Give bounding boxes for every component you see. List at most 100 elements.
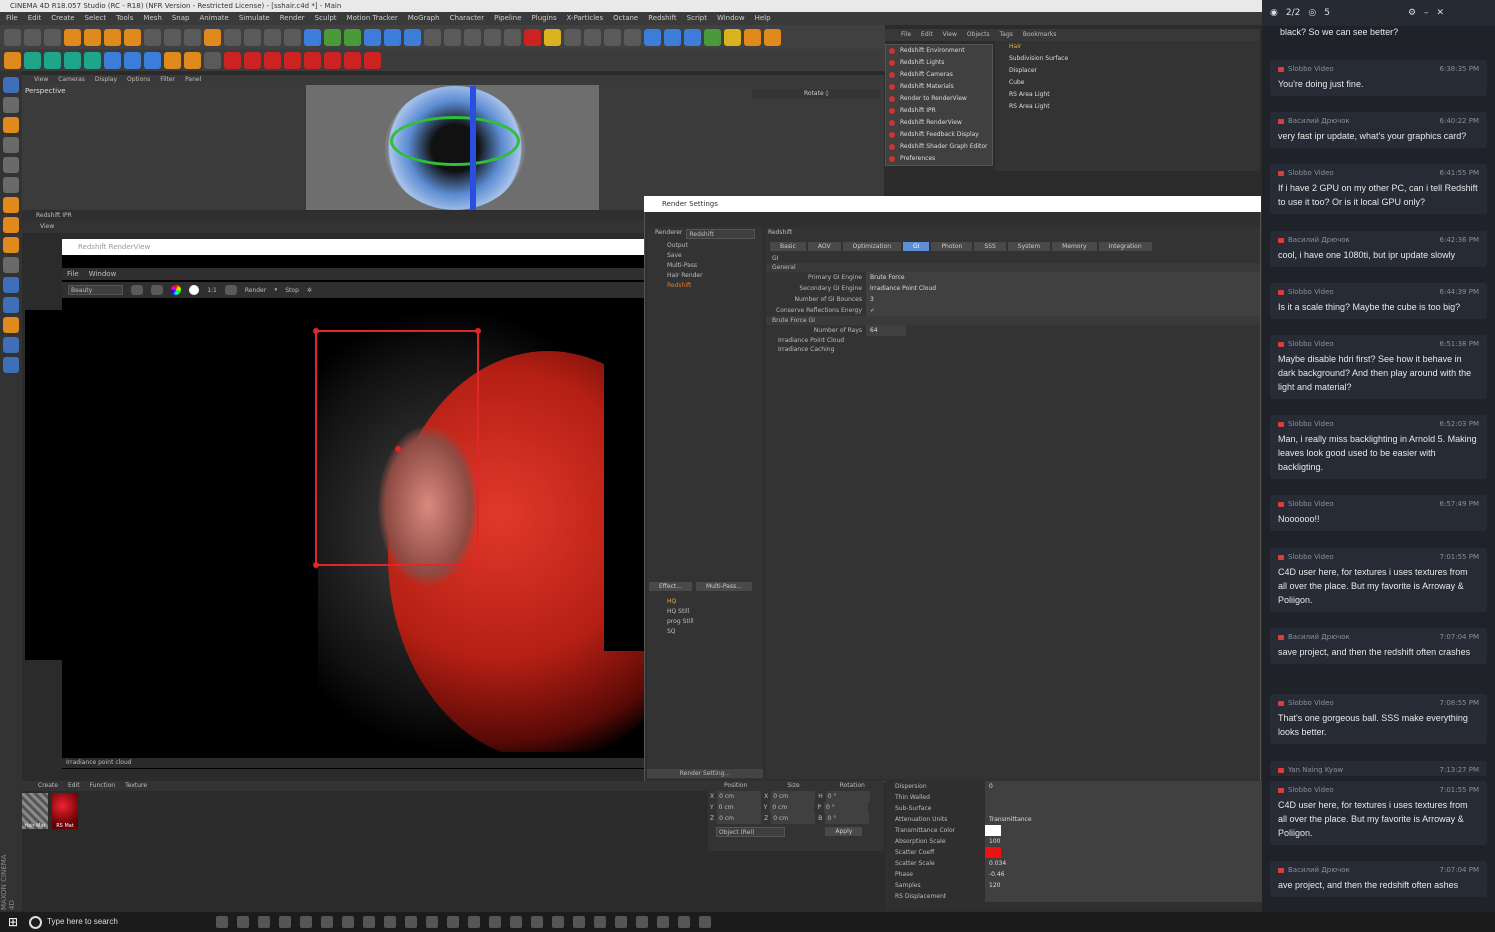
toolbar-tool-icon[interactable] <box>484 28 501 46</box>
toolbar-tool-icon[interactable] <box>384 28 401 46</box>
menu-tools[interactable]: Tools <box>116 12 133 25</box>
toolbar-tool-icon[interactable] <box>524 28 541 46</box>
material-attr-value[interactable] <box>985 803 1295 814</box>
redshift-menu-item[interactable]: Redshift Materials <box>886 81 992 93</box>
toolbar-tool-icon[interactable] <box>44 51 61 69</box>
coord-field[interactable]: 0 cm <box>771 813 816 824</box>
left-tool-icon[interactable] <box>3 217 19 233</box>
material-swatch[interactable]: Hair Mat <box>22 793 48 829</box>
toolbar-tool-icon[interactable] <box>584 28 601 46</box>
snapshot-icon[interactable] <box>131 285 144 295</box>
left-tool-icon[interactable] <box>3 237 19 253</box>
gi-subtab[interactable]: GI <box>766 255 1260 262</box>
taskbar-app-icon[interactable] <box>573 916 586 928</box>
toolbar-tool-icon[interactable] <box>124 28 141 46</box>
renderview-menu-file[interactable]: File <box>67 268 79 280</box>
irradiance-point-cloud-group[interactable]: Irradiance Point Cloud <box>766 336 1260 345</box>
taskbar-app-icon[interactable] <box>216 916 229 928</box>
menu-simulate[interactable]: Simulate <box>239 12 270 25</box>
objmgr-menu-view[interactable]: View <box>943 29 957 41</box>
gi-setting-value[interactable]: 3 <box>866 294 1260 305</box>
object-tree-item[interactable]: Subdivision Surface <box>995 53 1260 65</box>
toolbar-tool-icon[interactable] <box>24 51 41 69</box>
toolbar-tool-icon[interactable] <box>184 28 201 46</box>
menu-mesh[interactable]: Mesh <box>143 12 161 25</box>
taskbar-app-icon[interactable] <box>552 916 565 928</box>
render-preset-item[interactable]: SQ <box>667 627 694 637</box>
object-tree-item[interactable]: Cube <box>995 77 1260 89</box>
ratio-label[interactable]: 1:1 <box>207 287 217 294</box>
toolbar-tool-icon[interactable] <box>4 51 21 69</box>
redshift-menu-item[interactable]: Render to RenderView <box>886 93 992 105</box>
redshift-menu-item[interactable]: Preferences <box>886 153 992 165</box>
left-tool-icon[interactable] <box>3 157 19 173</box>
menu-snap[interactable]: Snap <box>172 12 190 25</box>
tab-memory[interactable]: Memory <box>1052 242 1097 251</box>
render-settings-nav-item[interactable]: Output <box>667 241 763 251</box>
white-balance-icon[interactable] <box>189 285 200 295</box>
windows-icon[interactable]: ⊞ <box>8 915 18 929</box>
toolbar-tool-icon[interactable] <box>324 28 341 46</box>
menu-mograph[interactable]: MoGraph <box>408 12 440 25</box>
menu-x-particles[interactable]: X-Particles <box>567 12 603 25</box>
viewport-menu-display[interactable]: Display <box>95 75 117 85</box>
render-settings-nav-item[interactable]: Hair Render <box>667 271 763 281</box>
toolbar-tool-icon[interactable] <box>464 28 481 46</box>
redshift-menu-item[interactable]: Redshift IPR <box>886 105 992 117</box>
menu-sculpt[interactable]: Sculpt <box>315 12 337 25</box>
menu-edit[interactable]: Edit <box>28 12 42 25</box>
settings-icon[interactable]: ✲ <box>307 287 312 294</box>
toolbar-tool-icon[interactable] <box>664 28 681 46</box>
left-tool-icon[interactable] <box>3 197 19 213</box>
viewport-menu-cameras[interactable]: Cameras <box>58 75 85 85</box>
toolbar-tool-icon[interactable] <box>684 28 701 46</box>
left-tool-icon[interactable] <box>3 337 19 353</box>
menu-create[interactable]: Create <box>51 12 74 25</box>
toolbar-tool-icon[interactable] <box>144 28 161 46</box>
redshift-menu-item[interactable]: Redshift Cameras <box>886 69 992 81</box>
viewport-menu-view[interactable]: View <box>34 75 48 85</box>
taskbar-app-icon[interactable] <box>279 916 292 928</box>
taskbar-app-icon[interactable] <box>321 916 334 928</box>
toolbar-tool-icon[interactable] <box>644 28 661 46</box>
rotate-gizmo-green[interactable] <box>390 116 520 166</box>
toolbar-tool-icon[interactable] <box>204 51 221 69</box>
menu-redshift[interactable]: Redshift <box>648 12 676 25</box>
left-tool-icon[interactable] <box>3 77 19 93</box>
left-tool-icon[interactable] <box>3 277 19 293</box>
toolbar-tool-icon[interactable] <box>224 28 241 46</box>
material-attr-value[interactable] <box>985 847 1295 858</box>
taskbar-app-icon[interactable] <box>342 916 355 928</box>
tab-photon[interactable]: Photon <box>931 242 973 251</box>
taskbar-app-icon[interactable] <box>363 916 376 928</box>
region-handle-center[interactable] <box>395 446 401 452</box>
taskbar-app-icon[interactable] <box>615 916 628 928</box>
toolbar-tool-icon[interactable] <box>744 28 761 46</box>
toolbar-tool-icon[interactable] <box>4 28 21 46</box>
toolbar-tool-icon[interactable] <box>204 28 221 46</box>
toolbar-tool-icon[interactable] <box>224 51 241 69</box>
material-menu-texture[interactable]: Texture <box>125 781 147 791</box>
toolbar-tool-icon[interactable] <box>724 28 741 46</box>
toolbar-tool-icon[interactable] <box>704 28 721 46</box>
object-tree-item[interactable]: Hair <box>995 41 1260 53</box>
toolbar-tool-icon[interactable] <box>104 51 121 69</box>
render-preset-item[interactable]: prog Still <box>667 617 694 627</box>
gi-setting-value[interactable]: Irradiance Point Cloud <box>866 283 1260 294</box>
coord-field[interactable]: 0 cm <box>717 813 762 824</box>
render-preset-item[interactable]: HQ Still <box>667 607 694 617</box>
redshift-menu-item[interactable]: Redshift Feedback Display <box>886 129 992 141</box>
minimize-icon[interactable]: – <box>1424 8 1429 18</box>
left-tool-icon[interactable] <box>3 137 19 153</box>
left-tool-icon[interactable] <box>3 117 19 133</box>
coord-field[interactable]: 0 cm <box>770 802 815 813</box>
region-handle-bl[interactable] <box>313 562 319 568</box>
toolbar-tool-icon[interactable] <box>104 28 121 46</box>
toolbar-tool-icon[interactable] <box>504 28 521 46</box>
compare-icon[interactable] <box>151 285 164 295</box>
toolbar-tool-icon[interactable] <box>64 28 81 46</box>
coord-field[interactable]: 0 ° <box>823 802 868 813</box>
taskbar-app-icon[interactable] <box>510 916 523 928</box>
renderer-select[interactable]: Redshift <box>686 229 755 239</box>
color-picker-icon[interactable] <box>171 285 182 295</box>
